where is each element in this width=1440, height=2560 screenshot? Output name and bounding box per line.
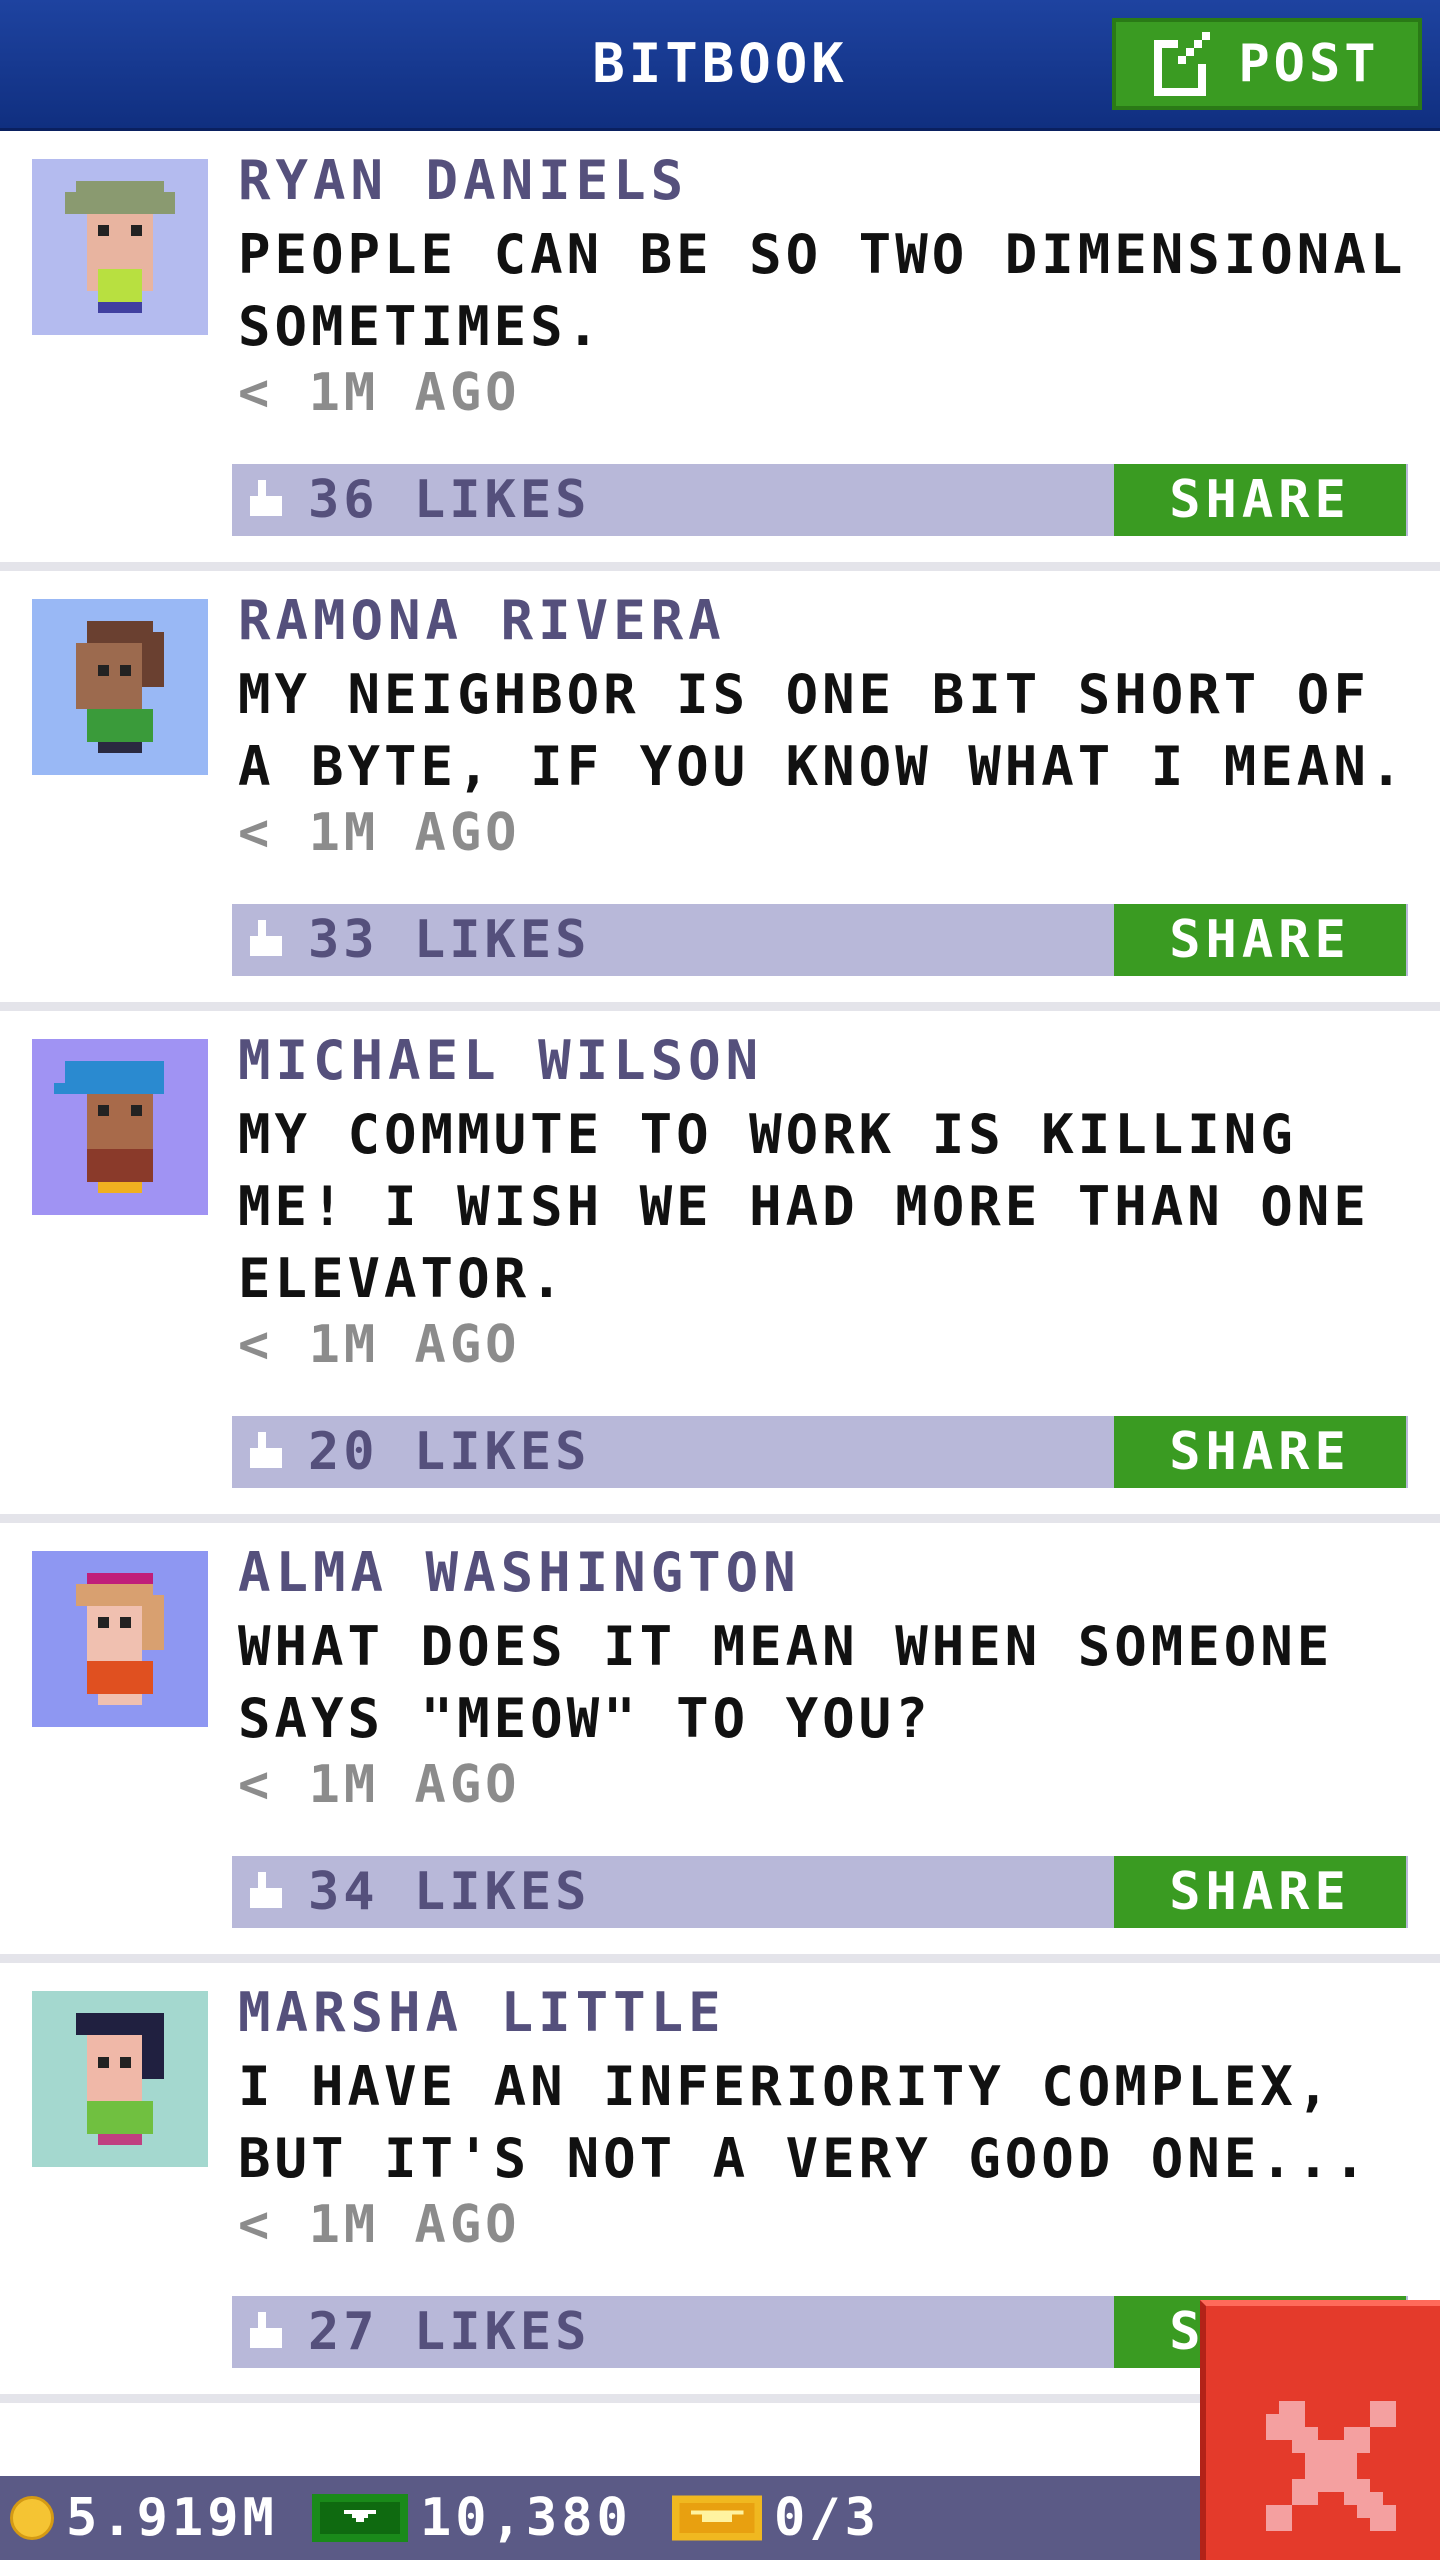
like-bar[interactable]: 36 LIKES SHARE (232, 464, 1408, 536)
close-icon (1266, 2401, 1396, 2531)
compose-icon (1154, 32, 1215, 96)
avatar[interactable] (32, 1039, 208, 1215)
post-message: MY NEIGHBOR IS ONE BIT SHORT OF A BYTE, … (238, 663, 1407, 798)
coins-value: 5.919M (66, 2488, 278, 2548)
post-button[interactable]: POST (1112, 18, 1422, 110)
bux-icon (312, 2494, 408, 2542)
thumbs-up-icon (250, 920, 282, 956)
thumbs-up-icon (250, 480, 282, 516)
avatar[interactable] (32, 1551, 208, 1727)
tickets-display: 0/3 (672, 2476, 880, 2560)
like-count: 27 LIKES (308, 2302, 591, 2362)
like-bar[interactable]: 20 LIKES SHARE (232, 1416, 1408, 1488)
post-author[interactable]: MICHAEL WILSON (238, 1029, 763, 1092)
post-author[interactable]: RYAN DANIELS (238, 149, 688, 212)
thumbs-up-icon (250, 2312, 282, 2348)
thumbs-up-icon (250, 1872, 282, 1908)
post-message: PEOPLE CAN BE SO TWO DIMENSIONAL SOMETIM… (238, 223, 1407, 358)
ticket-icon (672, 2495, 762, 2541)
post-message: WHAT DOES IT MEAN WHEN SOMEONE SAYS "MEO… (238, 1615, 1334, 1750)
post-item: MICHAEL WILSON MY COMMUTE TO WORK IS KIL… (0, 1011, 1440, 1523)
post-message: I HAVE AN INFERIORITY COMPLEX, BUT IT'S … (238, 2055, 1370, 2190)
post-item: RYAN DANIELS PEOPLE CAN BE SO TWO DIMENS… (0, 131, 1440, 571)
post-button-label: POST (1238, 34, 1380, 94)
bux-value: 10,380 (420, 2488, 632, 2548)
app-header: BITBOOK POST (0, 0, 1440, 131)
like-bar[interactable]: 33 LIKES SHARE (232, 904, 1408, 976)
avatar[interactable] (32, 1991, 208, 2167)
post-item: ALMA WASHINGTON WHAT DOES IT MEAN WHEN S… (0, 1523, 1440, 1963)
share-button[interactable]: SHARE (1114, 1856, 1406, 1928)
close-button[interactable] (1200, 2300, 1440, 2560)
share-button[interactable]: SHARE (1114, 904, 1406, 976)
avatar[interactable] (32, 599, 208, 775)
like-count: 20 LIKES (308, 1422, 591, 1482)
like-count: 36 LIKES (308, 470, 591, 530)
like-count: 33 LIKES (308, 910, 591, 970)
avatar[interactable] (32, 159, 208, 335)
tickets-value: 0/3 (774, 2488, 880, 2548)
like-bar[interactable]: 34 LIKES SHARE (232, 1856, 1408, 1928)
bux-display: 10,380 (312, 2476, 632, 2560)
coin-icon (10, 2496, 54, 2540)
post-author[interactable]: MARSHA LITTLE (238, 1981, 726, 2044)
post-timestamp: < 1M AGO (238, 2195, 521, 2255)
post-timestamp: < 1M AGO (238, 1315, 521, 1375)
post-author[interactable]: RAMONA RIVERA (238, 589, 726, 652)
post-item: RAMONA RIVERA MY NEIGHBOR IS ONE BIT SHO… (0, 571, 1440, 1011)
post-timestamp: < 1M AGO (238, 363, 521, 423)
share-button[interactable]: SHARE (1114, 464, 1406, 536)
post-feed[interactable]: RYAN DANIELS PEOPLE CAN BE SO TWO DIMENS… (0, 131, 1440, 2403)
thumbs-up-icon (250, 1432, 282, 1468)
like-count: 34 LIKES (308, 1862, 591, 1922)
post-author[interactable]: ALMA WASHINGTON (238, 1541, 801, 1604)
post-timestamp: < 1M AGO (238, 803, 521, 863)
post-message: MY COMMUTE TO WORK IS KILLING ME! I WISH… (238, 1103, 1370, 1310)
share-button[interactable]: SHARE (1114, 1416, 1406, 1488)
coins-display: 5.919M (10, 2476, 278, 2560)
post-timestamp: < 1M AGO (238, 1755, 521, 1815)
